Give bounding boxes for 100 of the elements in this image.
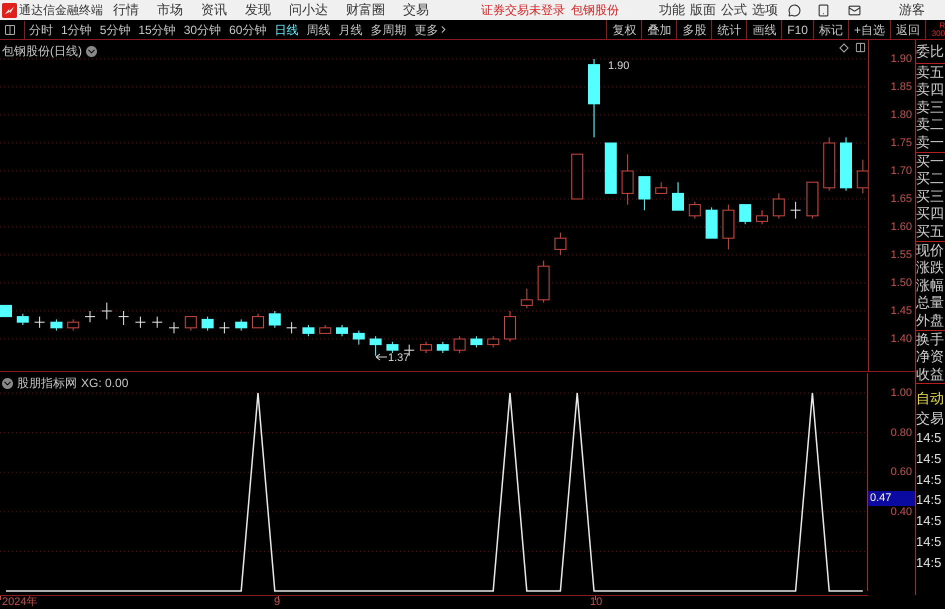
menu-item[interactable]: 版面 — [690, 0, 716, 20]
dropdown-icon[interactable] — [2, 378, 13, 388]
candlestick — [638, 176, 650, 211]
candlestick — [722, 204, 734, 250]
trade-mode-label[interactable]: 自动 — [916, 388, 945, 408]
quote-label: 买四 — [916, 205, 945, 223]
app-title: 通达信金融终端 — [19, 2, 104, 19]
quote-label: 委比 — [916, 43, 945, 61]
arrow-icon — [376, 354, 388, 360]
tablet-icon[interactable] — [817, 4, 830, 16]
candlestick — [50, 318, 62, 332]
candlestick — [218, 322, 230, 334]
period-tab[interactable]: 月线 — [338, 20, 362, 38]
diamond-icon[interactable] — [839, 42, 849, 52]
menu-item[interactable]: 问小达 — [289, 0, 328, 20]
period-tab[interactable]: 5分钟 — [100, 20, 130, 38]
price-axis-label: 1.40 — [890, 333, 912, 345]
trade-time: 14:5 — [916, 554, 942, 572]
candlestick — [655, 182, 668, 194]
chat-icon[interactable] — [788, 4, 801, 16]
dropdown-icon[interactable] — [86, 46, 97, 56]
quote-label: 买一 — [916, 152, 945, 170]
candlestick — [336, 324, 348, 337]
menu-item[interactable]: 选项 — [752, 0, 778, 20]
series-name: XG — [81, 375, 98, 392]
menu-item[interactable]: 交易 — [403, 0, 429, 20]
user-button[interactable]: 游客 — [899, 0, 925, 20]
candlestick — [823, 136, 836, 192]
quote-label: 换手 — [916, 330, 945, 348]
toolbar-button[interactable]: 标记 — [812, 20, 848, 39]
app-logo-icon — [2, 2, 17, 18]
low-price-label: 1.37 — [388, 352, 410, 364]
panel-toggle-icon[interactable] — [4, 24, 16, 36]
indicator-axis-label: 0.80 — [890, 426, 912, 439]
menu-item[interactable]: 发现 — [245, 0, 271, 20]
toolbar-button[interactable]: 叠加 — [641, 20, 676, 39]
price-axis-label: 1.55 — [890, 249, 912, 261]
toolbar-button[interactable]: 复权 — [606, 20, 642, 39]
candlestick — [67, 318, 80, 332]
candlestick — [790, 201, 802, 220]
toolbar-button[interactable]: 画线 — [746, 20, 782, 39]
trade-time: 14:5 — [916, 491, 942, 510]
period-tab[interactable]: 分时 — [29, 20, 53, 38]
price-axis-label: 1.65 — [890, 193, 912, 205]
quote-label: 收益 — [916, 366, 945, 384]
menu-item[interactable]: 资讯 — [201, 0, 227, 20]
candlestick — [554, 232, 566, 256]
candlestick — [806, 182, 818, 220]
chart-title: 包钢股份(日线) — [2, 43, 82, 60]
candlestick — [0, 304, 12, 318]
quote-label: 卖五 — [916, 64, 945, 82]
corner-label: R — [939, 22, 945, 30]
panel-toggle-icon[interactable] — [855, 42, 866, 53]
candlestick — [772, 192, 785, 220]
period-tab[interactable]: 1分钟 — [61, 20, 92, 38]
mail-icon[interactable] — [848, 4, 861, 16]
status-text[interactable]: 包钢股份 — [571, 1, 619, 19]
period-tab[interactable]: 多周期 — [370, 20, 406, 38]
trade-title: 交易 — [916, 409, 945, 428]
toolbar-button[interactable]: 返回 — [890, 20, 925, 39]
quote-label: 买二 — [916, 170, 945, 188]
menu-item[interactable]: 市场 — [157, 0, 183, 20]
menu-item[interactable]: 功能 — [659, 0, 685, 20]
period-tab[interactable]: 周线 — [306, 20, 330, 38]
menu-item[interactable]: 公式 — [721, 0, 747, 20]
quote-label: 净资 — [916, 348, 945, 366]
toolbar-button[interactable]: 多股 — [676, 20, 712, 39]
price-axis-label: 1.45 — [890, 305, 912, 317]
period-tab[interactable]: 更多 — [414, 20, 450, 38]
candlestick — [840, 136, 852, 192]
candlestick — [184, 316, 197, 332]
period-tab[interactable]: 60分钟 — [229, 20, 266, 38]
trade-time: 14:5 — [916, 450, 942, 468]
indicator-reading: : 0.00 — [98, 375, 128, 392]
toolbar-button[interactable]: +自选 — [848, 20, 890, 39]
candlestick — [134, 316, 146, 328]
candlestick — [538, 260, 550, 304]
menu-item[interactable]: 财富圈 — [346, 0, 385, 20]
menu-item[interactable]: 行情 — [113, 0, 139, 20]
period-tab[interactable]: 15分钟 — [138, 20, 176, 38]
candlestick — [706, 206, 718, 239]
period-tab[interactable]: 30分钟 — [184, 20, 222, 38]
trade-time: 14:5 — [916, 429, 942, 448]
candlestick — [118, 310, 130, 326]
candlestick — [386, 341, 398, 354]
candlestick — [152, 316, 163, 328]
toolbar-button[interactable]: 统计 — [711, 20, 746, 39]
candlestick — [202, 316, 214, 332]
date-axis-label: 2024年 — [2, 596, 38, 609]
price-axis-label: 1.60 — [890, 221, 912, 233]
toolbar-button[interactable]: F10 — [781, 20, 813, 39]
trade-time: 14:5 — [916, 532, 942, 551]
candlestick — [319, 324, 332, 334]
price-axis-label: 1.75 — [890, 137, 912, 149]
candlestick — [302, 324, 314, 337]
candlestick — [84, 310, 96, 323]
period-tab[interactable]: 日线 — [274, 20, 298, 38]
candlestick — [101, 302, 112, 320]
candlestick — [470, 336, 482, 348]
candlestick — [268, 310, 281, 328]
